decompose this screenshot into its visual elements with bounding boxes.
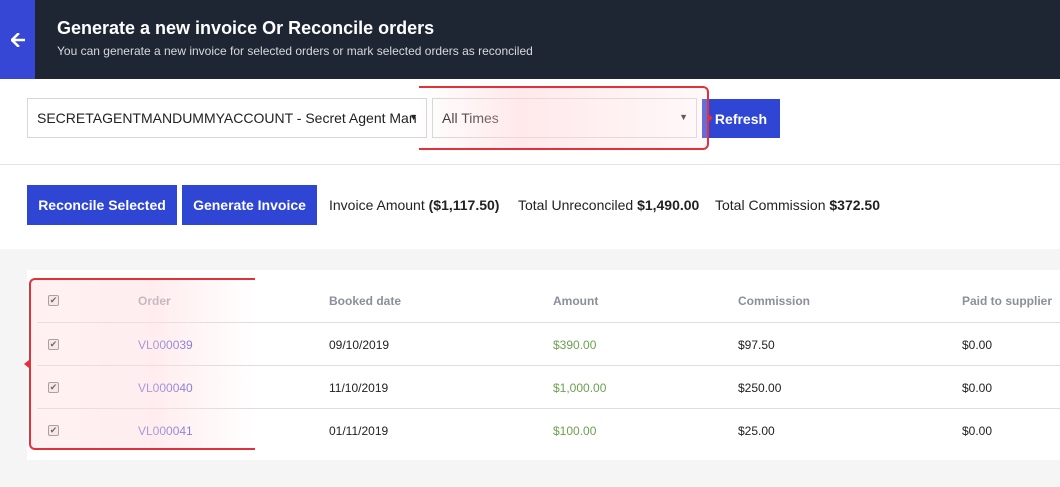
amount-cell: $1,000.00 bbox=[553, 380, 607, 395]
check-icon: ✔ bbox=[49, 425, 58, 435]
order-link[interactable]: VL000039 bbox=[138, 323, 193, 366]
time-range-select-value: All Times bbox=[442, 110, 499, 126]
total-commission-value: $372.50 bbox=[829, 197, 880, 213]
reconcile-selected-button[interactable]: Reconcile Selected bbox=[27, 185, 177, 225]
invoice-amount-value: ($1,117.50) bbox=[428, 197, 500, 213]
commission-cell: $25.00 bbox=[738, 423, 775, 438]
table-row: ✔ VL000039 09/10/2019 $390.00 $97.50 $0.… bbox=[37, 322, 1060, 365]
page-subtitle: You can generate a new invoice for selec… bbox=[57, 44, 533, 58]
orders-table: ✔ Order Booked date Amount Commission Pa… bbox=[27, 270, 1060, 460]
table-row: ✔ VL000041 01/11/2019 $100.00 $25.00 $0.… bbox=[37, 408, 1060, 451]
order-link[interactable]: VL000040 bbox=[138, 366, 193, 409]
check-icon: ✔ bbox=[49, 339, 58, 349]
invoice-amount-stat: Invoice Amount ($1,117.50) bbox=[329, 197, 499, 213]
column-header-commission[interactable]: Commission bbox=[738, 279, 810, 322]
check-icon: ✔ bbox=[49, 295, 58, 305]
commission-cell: $250.00 bbox=[738, 380, 782, 395]
total-unreconciled-label: Total Unreconciled bbox=[518, 197, 634, 213]
total-unreconciled-stat: Total Unreconciled $1,490.00 bbox=[518, 197, 699, 213]
table-header-row: ✔ Order Booked date Amount Commission Pa… bbox=[37, 279, 1060, 322]
refresh-button[interactable]: Refresh bbox=[702, 99, 780, 138]
order-link[interactable]: VL000041 bbox=[138, 409, 193, 452]
column-header-booked-date[interactable]: Booked date bbox=[329, 279, 401, 322]
check-icon: ✔ bbox=[49, 382, 58, 392]
total-commission-label: Total Commission bbox=[715, 197, 826, 213]
row-checkbox[interactable]: ✔ bbox=[48, 339, 59, 350]
column-header-amount[interactable]: Amount bbox=[553, 279, 598, 322]
page-title: Generate a new invoice Or Reconcile orde… bbox=[57, 18, 435, 38]
total-commission-stat: Total Commission $372.50 bbox=[715, 197, 880, 213]
paid-to-supplier-cell: $0.00 bbox=[962, 380, 993, 395]
booked-date-cell: 09/10/2019 bbox=[329, 337, 390, 352]
account-select-value: SECRETAGENTMANDUMMYACCOUNT - Secret Agen… bbox=[37, 110, 417, 126]
booked-date-cell: 11/10/2019 bbox=[329, 380, 389, 395]
chevron-down-icon: ▼ bbox=[679, 112, 688, 122]
divider bbox=[0, 164, 1060, 165]
amount-cell: $390.00 bbox=[553, 337, 597, 352]
select-all-checkbox[interactable]: ✔ bbox=[48, 295, 59, 306]
commission-cell: $97.50 bbox=[738, 337, 775, 352]
row-checkbox[interactable]: ✔ bbox=[48, 382, 59, 393]
paid-to-supplier-cell: $0.00 bbox=[962, 337, 993, 352]
generate-invoice-button[interactable]: Generate Invoice bbox=[182, 185, 317, 225]
chevron-down-icon: ▼ bbox=[409, 112, 418, 122]
row-checkbox[interactable]: ✔ bbox=[48, 425, 59, 436]
amount-cell: $100.00 bbox=[553, 423, 597, 438]
account-select[interactable]: SECRETAGENTMANDUMMYACCOUNT - Secret Agen… bbox=[27, 98, 427, 138]
back-button[interactable] bbox=[0, 0, 35, 79]
invoice-amount-label: Invoice Amount bbox=[329, 197, 425, 213]
arrow-left-icon bbox=[10, 32, 25, 47]
booked-date-cell: 01/11/2019 bbox=[329, 423, 389, 438]
paid-to-supplier-cell: $0.00 bbox=[962, 423, 993, 438]
column-header-order[interactable]: Order bbox=[138, 279, 171, 322]
page-header: Generate a new invoice Or Reconcile orde… bbox=[0, 0, 1060, 79]
time-range-select[interactable]: All Times ▼ bbox=[432, 98, 697, 138]
column-header-paid-to-supplier[interactable]: Paid to supplier bbox=[962, 279, 1052, 322]
table-row: ✔ VL000040 11/10/2019 $1,000.00 $250.00 … bbox=[37, 365, 1060, 408]
total-unreconciled-value: $1,490.00 bbox=[637, 197, 700, 213]
